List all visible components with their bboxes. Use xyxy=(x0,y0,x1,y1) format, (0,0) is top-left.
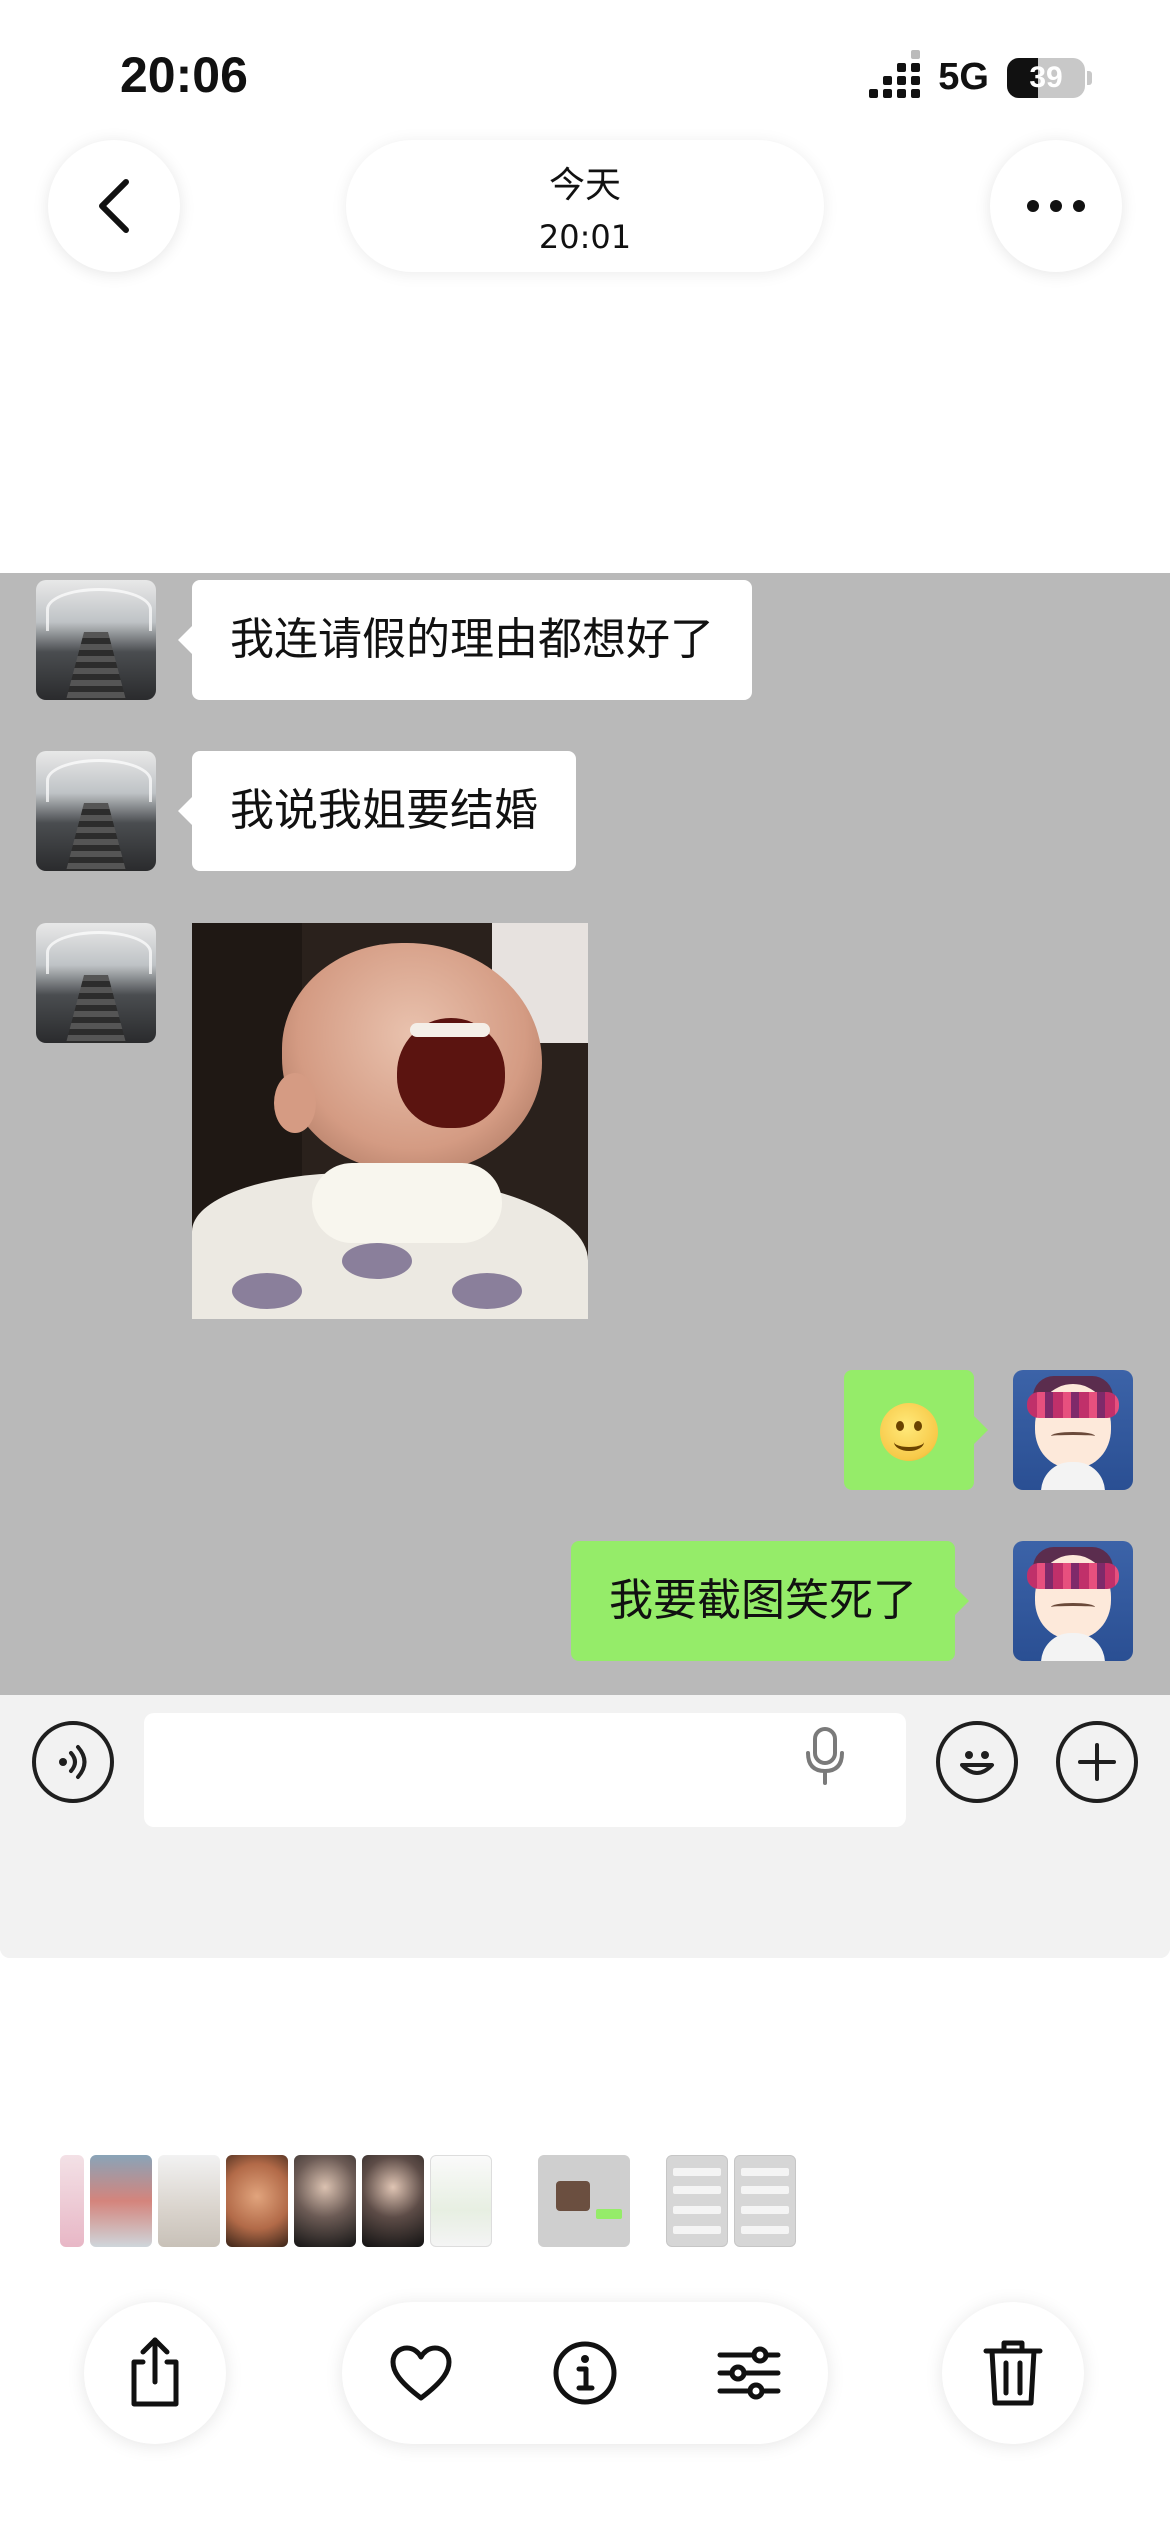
info-icon xyxy=(553,2341,617,2405)
heart-icon xyxy=(390,2345,452,2401)
adjust-icon xyxy=(717,2346,781,2400)
contact-avatar[interactable] xyxy=(36,751,156,871)
laughing-child-photo[interactable] xyxy=(192,923,588,1319)
screenshot-image[interactable]: 我连请假的理由都想好了 我说我姐要结婚 我要截图笑死了 xyxy=(0,573,1170,1958)
more-button[interactable] xyxy=(990,140,1122,272)
thumbnail[interactable] xyxy=(90,2155,152,2247)
cellular-signal-icon xyxy=(869,49,921,98)
smiley-icon xyxy=(960,1751,994,1775)
time-label: 20:01 xyxy=(538,218,632,256)
message-bubble[interactable]: 我说我姐要结婚 xyxy=(178,751,576,871)
status-time: 20:06 xyxy=(120,47,248,103)
message-bubble[interactable]: 我连请假的理由都想好了 xyxy=(178,580,752,700)
share-button[interactable] xyxy=(84,2302,226,2444)
thumbnail[interactable] xyxy=(60,2155,84,2247)
back-button[interactable] xyxy=(48,140,180,272)
share-icon xyxy=(131,2337,179,2407)
trash-icon xyxy=(983,2340,1043,2406)
microphone-icon[interactable] xyxy=(800,1725,850,1793)
thumbnail-strip[interactable] xyxy=(60,2155,796,2247)
action-pill xyxy=(342,2302,828,2444)
favorite-button[interactable] xyxy=(386,2338,456,2408)
date-pill: 今天 20:01 xyxy=(346,140,824,272)
my-avatar[interactable] xyxy=(1013,1370,1133,1490)
my-avatar[interactable] xyxy=(1013,1541,1133,1661)
more-icon xyxy=(1027,200,1085,212)
thumbnail[interactable] xyxy=(430,2155,492,2247)
contact-avatar[interactable] xyxy=(36,580,156,700)
chevron-left-icon xyxy=(99,179,129,233)
status-indicators: 5G 39 xyxy=(869,49,1092,99)
emoji-button[interactable] xyxy=(936,1721,1018,1803)
plus-icon xyxy=(1078,1743,1116,1781)
thumbnail-current[interactable] xyxy=(538,2155,630,2247)
thumbnail[interactable] xyxy=(734,2155,796,2247)
adjust-button[interactable] xyxy=(714,2338,784,2408)
date-label: 今天 xyxy=(548,165,621,206)
emoji-bubble[interactable] xyxy=(844,1370,988,1490)
battery-level: 39 xyxy=(1029,60,1063,94)
info-button[interactable] xyxy=(550,2338,620,2408)
thumbnail[interactable] xyxy=(666,2155,728,2247)
thumbnail[interactable] xyxy=(294,2155,356,2247)
plus-button[interactable] xyxy=(1056,1721,1138,1803)
chat-area: 我连请假的理由都想好了 我说我姐要结婚 我要截图笑死了 xyxy=(0,573,1170,1695)
contact-avatar[interactable] xyxy=(36,923,156,1043)
voice-wave-icon xyxy=(59,1745,87,1779)
message-input[interactable] xyxy=(144,1713,906,1827)
chat-input-bar xyxy=(0,1695,1170,1958)
network-type: 5G xyxy=(938,56,989,98)
smiling-face-icon xyxy=(880,1403,938,1461)
message-bubble[interactable]: 我要截图笑死了 xyxy=(571,1541,969,1661)
thumbnail[interactable] xyxy=(226,2155,288,2247)
thumbnail[interactable] xyxy=(158,2155,220,2247)
battery-icon: 39 xyxy=(1007,57,1085,98)
voice-button[interactable] xyxy=(32,1721,114,1803)
delete-button[interactable] xyxy=(942,2302,1084,2444)
thumbnail[interactable] xyxy=(362,2155,424,2247)
